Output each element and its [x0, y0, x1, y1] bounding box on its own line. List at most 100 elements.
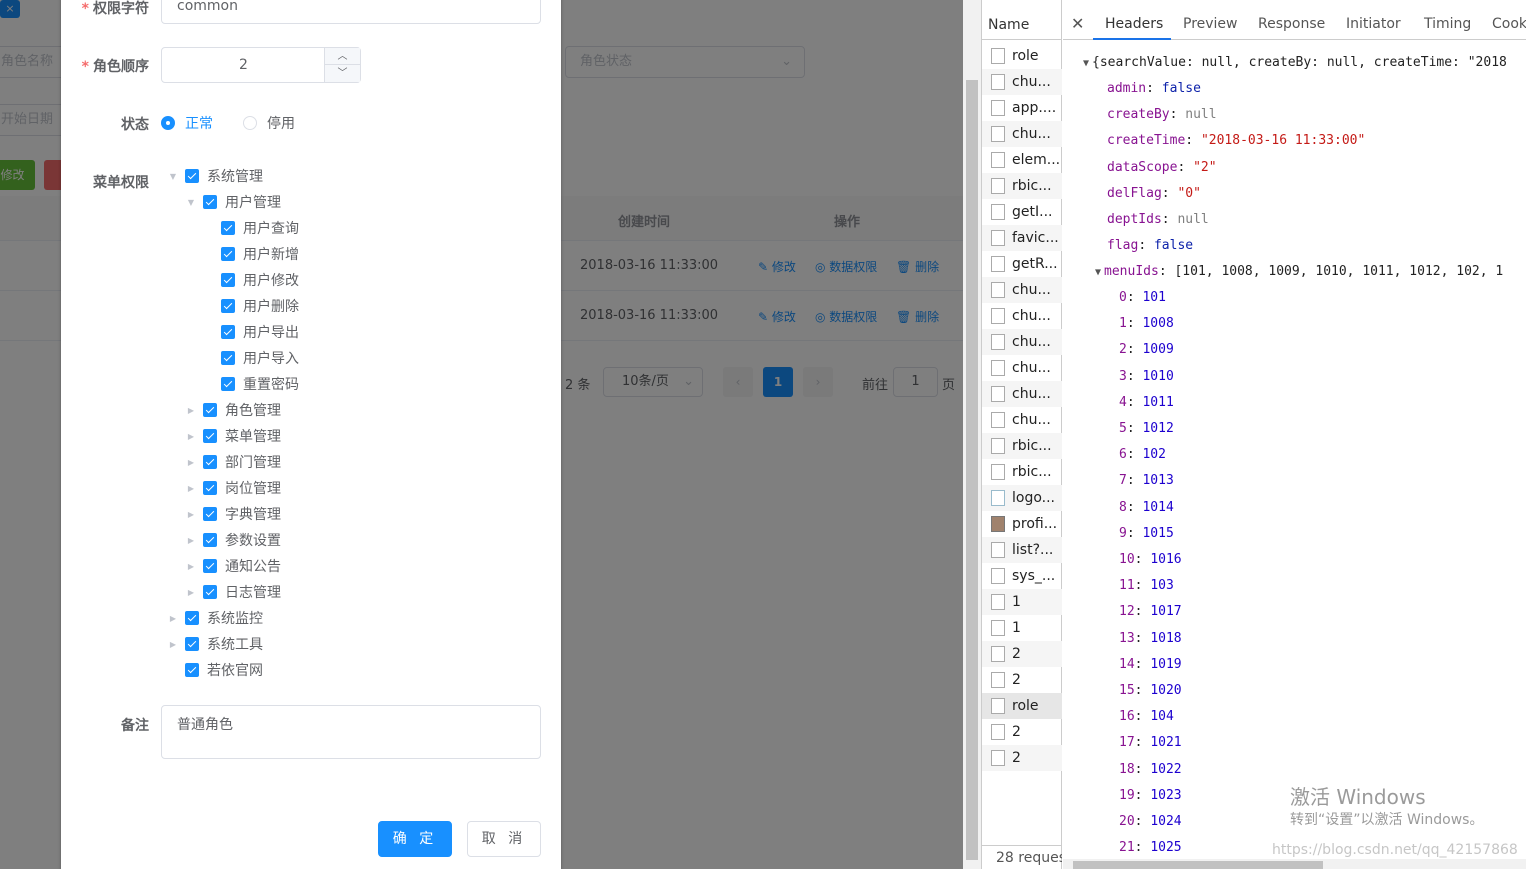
request-row[interactable]: 1	[982, 589, 1062, 615]
menu-id-entry[interactable]: 14: 1019	[1119, 657, 1182, 672]
menu-id-entry[interactable]: 7: 1013	[1119, 473, 1174, 488]
menu-id-entry[interactable]: 16: 104	[1119, 709, 1174, 724]
tab-cookies[interactable]: Cook	[1492, 16, 1526, 32]
request-row[interactable]: chu...	[982, 407, 1062, 433]
checkbox-checked-icon[interactable]	[185, 169, 199, 183]
request-row[interactable]: 2	[982, 745, 1062, 771]
request-row[interactable]: rbic...	[982, 459, 1062, 485]
request-row[interactable]: favic...	[982, 225, 1062, 251]
request-row[interactable]: chu...	[982, 303, 1062, 329]
request-row[interactable]: 2	[982, 641, 1062, 667]
checkbox-checked-icon[interactable]	[203, 403, 217, 417]
cancel-button[interactable]: 取 消	[467, 821, 541, 857]
request-row[interactable]: chu...	[982, 381, 1062, 407]
checkbox-checked-icon[interactable]	[203, 195, 217, 209]
request-row[interactable]: list?...	[982, 537, 1062, 563]
tree-node-tools[interactable]: ▶ 系统工具	[167, 631, 263, 657]
request-row[interactable]: getR...	[982, 251, 1062, 277]
expand-triangle-icon[interactable]: ▼	[1083, 58, 1089, 69]
caret-collapsed-icon[interactable]: ▶	[185, 508, 197, 520]
checkbox-checked-icon[interactable]	[221, 377, 235, 391]
menu-id-entry[interactable]: 17: 1021	[1119, 735, 1182, 750]
menu-id-entry[interactable]: 12: 1017	[1119, 604, 1182, 619]
preview-field-line[interactable]: dataScope: "2"	[1107, 160, 1217, 175]
request-row[interactable]: sys_...	[982, 563, 1062, 589]
request-row[interactable]: chu...	[982, 121, 1062, 147]
caret-expanded-icon[interactable]: ▼	[185, 196, 197, 208]
preview-field-line[interactable]: admin: false	[1107, 81, 1201, 96]
menu-id-entry[interactable]: 4: 1011	[1119, 395, 1174, 410]
menu-id-entry[interactable]: 18: 1022	[1119, 762, 1182, 777]
caret-collapsed-icon[interactable]: ▶	[185, 586, 197, 598]
checkbox-checked-icon[interactable]	[203, 533, 217, 547]
request-row[interactable]: rbic...	[982, 173, 1062, 199]
tree-node-user-mgmt[interactable]: ▼ 用户管理	[185, 189, 281, 215]
caret-collapsed-icon[interactable]: ▶	[185, 482, 197, 494]
caret-collapsed-icon[interactable]: ▶	[185, 456, 197, 468]
tree-node-website[interactable]: 若依官网	[167, 657, 263, 683]
tree-node-leaf[interactable]: 用户导出	[221, 319, 299, 345]
tree-node-collapsed[interactable]: ▶ 参数设置	[185, 527, 281, 553]
expand-triangle-icon[interactable]: ▼	[1095, 267, 1101, 278]
request-row[interactable]: role	[982, 693, 1062, 719]
tab-response[interactable]: Response	[1258, 16, 1325, 32]
preview-summary-line[interactable]: ▼ {searchValue: null, createBy: null, cre…	[1083, 55, 1507, 70]
tree-node-leaf[interactable]: 用户导入	[221, 345, 299, 371]
checkbox-checked-icon[interactable]	[203, 429, 217, 443]
menu-id-entry[interactable]: 0: 101	[1119, 290, 1166, 305]
checkbox-checked-icon[interactable]	[221, 299, 235, 313]
page-scrollbar-thumb[interactable]	[966, 80, 978, 860]
menu-id-entry[interactable]: 9: 1015	[1119, 526, 1174, 541]
menu-id-entry[interactable]: 2: 1009	[1119, 342, 1174, 357]
request-row[interactable]: profi...	[982, 511, 1062, 537]
tree-node-collapsed[interactable]: ▶ 日志管理	[185, 579, 281, 605]
tab-timing[interactable]: Timing	[1424, 16, 1471, 32]
tree-node-collapsed[interactable]: ▶ 岗位管理	[185, 475, 281, 501]
caret-collapsed-icon[interactable]: ▶	[167, 612, 179, 624]
menu-id-entry[interactable]: 10: 1016	[1119, 552, 1182, 567]
request-row[interactable]: app....	[982, 95, 1062, 121]
tree-node-leaf[interactable]: 用户修改	[221, 267, 299, 293]
status-radio-normal[interactable]: 正常	[161, 114, 213, 132]
request-row[interactable]: chu...	[982, 355, 1062, 381]
close-icon[interactable]: ✕	[1071, 14, 1084, 33]
request-row[interactable]: 1	[982, 615, 1062, 641]
menu-id-entry[interactable]: 20: 1024	[1119, 814, 1182, 829]
menu-id-entry[interactable]: 8: 1014	[1119, 500, 1174, 515]
menu-id-entry[interactable]: 21: 1025	[1119, 840, 1182, 855]
request-row[interactable]: logo...	[982, 485, 1062, 511]
tree-node-collapsed[interactable]: ▶ 部门管理	[185, 449, 281, 475]
checkbox-checked-icon[interactable]	[221, 325, 235, 339]
checkbox-checked-icon[interactable]	[221, 351, 235, 365]
request-row[interactable]: getI...	[982, 199, 1062, 225]
role-sort-value[interactable]: 2	[162, 48, 325, 82]
checkbox-checked-icon[interactable]	[185, 637, 199, 651]
preview-field-line[interactable]: delFlag: "0"	[1107, 186, 1201, 201]
tree-node-leaf[interactable]: 用户删除	[221, 293, 299, 319]
tree-node-system[interactable]: ▼ 系统管理	[167, 163, 263, 189]
role-sort-stepper[interactable]: 2 ︿ ﹀	[161, 47, 361, 83]
tree-node-collapsed[interactable]: ▶ 菜单管理	[185, 423, 281, 449]
checkbox-checked-icon[interactable]	[185, 611, 199, 625]
checkbox-checked-icon[interactable]	[203, 585, 217, 599]
caret-collapsed-icon[interactable]: ▶	[185, 430, 197, 442]
remark-textarea[interactable]: 普通角色	[161, 705, 541, 759]
checkbox-checked-icon[interactable]	[221, 273, 235, 287]
confirm-button[interactable]: 确 定	[378, 821, 452, 857]
menu-id-entry[interactable]: 6: 102	[1119, 447, 1166, 462]
request-row[interactable]: chu...	[982, 329, 1062, 355]
menu-id-entry[interactable]: 13: 1018	[1119, 631, 1182, 646]
caret-collapsed-icon[interactable]: ▶	[167, 638, 179, 650]
request-row[interactable]: role	[982, 43, 1062, 69]
request-row[interactable]: chu...	[982, 277, 1062, 303]
menu-id-entry[interactable]: 19: 1023	[1119, 788, 1182, 803]
preview-field-line[interactable]: flag: false	[1107, 238, 1193, 253]
caret-expanded-icon[interactable]: ▼	[167, 170, 179, 182]
decrement-icon[interactable]: ﹀	[325, 65, 360, 82]
menu-id-entry[interactable]: 3: 1010	[1119, 369, 1174, 384]
menu-id-entry[interactable]: 11: 103	[1119, 578, 1174, 593]
checkbox-checked-icon[interactable]	[203, 507, 217, 521]
tree-node-collapsed[interactable]: ▶ 字典管理	[185, 501, 281, 527]
request-row[interactable]: chu...	[982, 69, 1062, 95]
caret-collapsed-icon[interactable]: ▶	[185, 534, 197, 546]
